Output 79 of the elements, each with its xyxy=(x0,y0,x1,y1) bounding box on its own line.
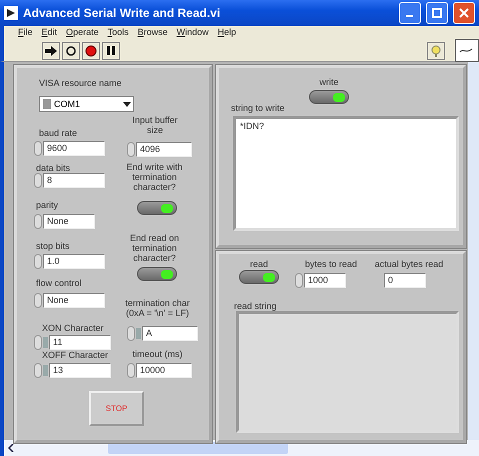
increment-arrows[interactable] xyxy=(34,335,42,350)
numeric-indicator: 0 xyxy=(384,273,426,288)
control-label: baud rate xyxy=(39,128,78,138)
control-label: actual bytes read xyxy=(374,259,444,269)
close-button[interactable] xyxy=(453,2,475,24)
numeric-field[interactable]: 9600 xyxy=(43,141,105,156)
numeric-field[interactable]: 1.0 xyxy=(43,254,105,269)
numeric-field[interactable]: None xyxy=(43,293,105,308)
toggle-switch[interactable] xyxy=(137,201,177,215)
window-title: Advanced Serial Write and Read.vi xyxy=(23,6,222,20)
numeric-field[interactable]: A xyxy=(142,326,198,341)
stop-circle-icon xyxy=(85,44,97,56)
control-label: XON Character xyxy=(42,323,104,333)
run-continuously-button[interactable] xyxy=(62,42,80,60)
maximize-icon xyxy=(432,8,442,18)
help-icon xyxy=(431,44,441,56)
increment-arrows[interactable] xyxy=(34,293,42,308)
vertical-scrollbar[interactable] xyxy=(468,62,479,440)
radix-marker[interactable] xyxy=(136,328,141,339)
control-label: parity xyxy=(36,200,58,210)
menu-item[interactable]: Tools xyxy=(108,27,129,40)
control-label: string to write xyxy=(231,103,285,113)
menu-item[interactable]: Help xyxy=(218,27,236,40)
control-label: Input buffer size xyxy=(131,115,179,135)
increment-arrows[interactable] xyxy=(34,363,42,378)
increment-arrows[interactable] xyxy=(127,142,135,157)
control-label: End read on termination character? xyxy=(128,233,180,263)
control-label: VISA resource name xyxy=(39,78,122,88)
menu-item[interactable]: Browse xyxy=(138,27,168,40)
numeric-field[interactable]: 11 xyxy=(49,335,111,350)
app-icon xyxy=(4,6,18,20)
resource-dropdown[interactable]: COM1 xyxy=(39,96,134,112)
numeric-field[interactable]: None xyxy=(43,214,95,229)
control-label: termination char (0xA = '\n' = LF) xyxy=(124,298,191,318)
increment-arrows[interactable] xyxy=(34,141,42,156)
toggle-switch[interactable] xyxy=(309,90,349,104)
control-label: XOFF Character xyxy=(42,350,108,360)
increment-arrows[interactable] xyxy=(34,214,42,229)
increment-arrows[interactable] xyxy=(34,254,42,269)
text-input[interactable]: *IDN? xyxy=(233,116,459,231)
help-button[interactable] xyxy=(427,42,445,60)
numeric-field[interactable]: 13 xyxy=(49,363,111,378)
radix-marker[interactable] xyxy=(43,337,48,348)
cycle-icon xyxy=(65,44,77,56)
abort-button[interactable] xyxy=(82,42,100,60)
resource-icon xyxy=(42,98,52,110)
increment-arrows[interactable] xyxy=(295,273,303,288)
numeric-field[interactable]: 8 xyxy=(43,173,105,188)
control-label: read xyxy=(248,259,269,269)
menu-item[interactable]: Window xyxy=(176,27,209,40)
scroll-left-icon[interactable] xyxy=(8,444,14,452)
close-icon xyxy=(459,8,469,18)
menu-item[interactable]: Operate xyxy=(66,27,99,40)
control-label: End write with termination character? xyxy=(125,162,184,192)
toggle-switch[interactable] xyxy=(239,270,279,284)
menu-item[interactable]: File xyxy=(18,27,33,40)
menu-item[interactable]: Edit xyxy=(42,27,58,40)
increment-arrows[interactable] xyxy=(127,326,135,341)
arrow-icon xyxy=(45,46,57,56)
minimize-button[interactable] xyxy=(399,2,421,24)
control-label: data bits xyxy=(36,163,70,173)
radix-marker[interactable] xyxy=(43,365,48,376)
control-label: read string xyxy=(234,301,277,311)
numeric-field[interactable]: 10000 xyxy=(136,363,192,378)
control-label: flow control xyxy=(36,278,82,288)
increment-arrows[interactable] xyxy=(34,173,42,188)
control-label: stop bits xyxy=(36,241,70,251)
toggle-switch[interactable] xyxy=(137,267,177,281)
increment-arrows[interactable] xyxy=(127,363,135,378)
run-button[interactable] xyxy=(42,42,60,60)
maximize-button[interactable] xyxy=(426,2,448,24)
pause-button[interactable] xyxy=(102,42,120,60)
control-label: timeout (ms) xyxy=(131,349,184,359)
pause-icon xyxy=(107,46,115,55)
numeric-field[interactable]: 4096 xyxy=(136,142,192,157)
numeric-field[interactable]: 1000 xyxy=(304,273,346,288)
control-label: write xyxy=(318,77,340,87)
vi-icon xyxy=(455,39,479,62)
control-label: bytes to read xyxy=(304,259,358,269)
